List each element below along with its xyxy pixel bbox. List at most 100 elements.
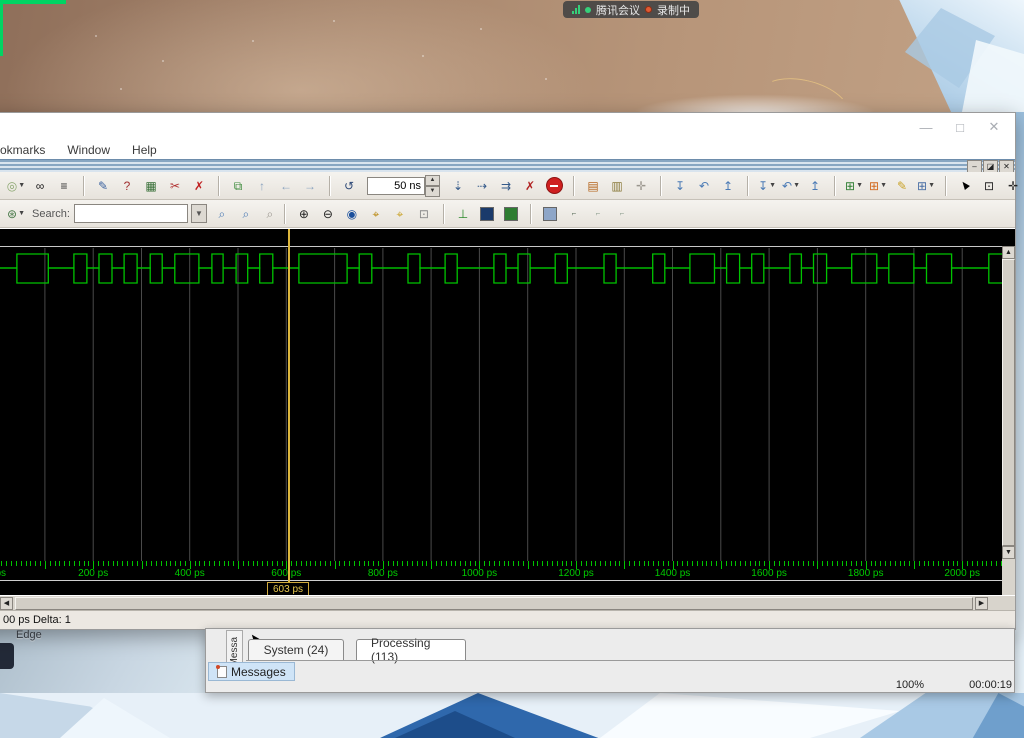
- ruler-tick: [243, 561, 244, 566]
- search-dropdown-icon[interactable]: ▼: [191, 204, 207, 223]
- scroll-right-icon[interactable]: ▶: [975, 597, 988, 610]
- zoom-cursor-icon[interactable]: ⌖: [365, 203, 387, 225]
- meeting-app-name: 腾讯会议: [596, 2, 640, 18]
- find-first-transition-icon[interactable]: ↥: [717, 175, 739, 197]
- ruler-tick: [402, 561, 403, 566]
- restore-format-icon[interactable]: ▥: [606, 175, 628, 197]
- add-wave-green-icon[interactable]: ⊞▼: [843, 175, 865, 197]
- stop-sign-icon[interactable]: [543, 175, 565, 197]
- ruler-tick: [339, 561, 340, 566]
- find-next-transition-icon[interactable]: ↧: [669, 175, 691, 197]
- scroll-left-icon[interactable]: ◀: [0, 597, 13, 610]
- compile-icon[interactable]: ✎: [92, 175, 114, 197]
- zoom-in-icon[interactable]: ⊕: [293, 203, 315, 225]
- insert-cursor-icon[interactable]: ⊥: [452, 203, 474, 225]
- ruler-tick: [470, 561, 471, 566]
- lock-cursor-swatch[interactable]: [476, 203, 498, 225]
- restart-icon[interactable]: ↺: [338, 175, 360, 197]
- forward-icon[interactable]: →: [299, 175, 321, 197]
- select-mode-cursor-icon[interactable]: ▲: [954, 175, 976, 197]
- simulate-icon[interactable]: ▦: [140, 175, 162, 197]
- run-icon[interactable]: ⇣: [447, 175, 469, 197]
- run-length-spinner[interactable]: ▲ ▼: [367, 175, 440, 197]
- ruler-tick: [740, 561, 741, 566]
- end-simulation-icon[interactable]: ✗: [188, 175, 210, 197]
- time-ruler[interactable]: 0 ps200 ps400 ps600 ps800 ps1000 ps1200 …: [0, 561, 1002, 595]
- wave-horizontal-scrollbar[interactable]: ◀ ▶: [0, 595, 1015, 610]
- ruler-tick: [972, 561, 973, 566]
- ruler-tick: [813, 561, 814, 566]
- horizontal-scroll-thumb[interactable]: [15, 597, 973, 610]
- up-level-icon[interactable]: ↑: [251, 175, 273, 197]
- meeting-signal-bars-icon: [572, 5, 580, 14]
- tencent-meeting-bar[interactable]: 腾讯会议 录制中: [563, 1, 699, 18]
- continue-run-icon[interactable]: ⇢: [471, 175, 493, 197]
- back-icon[interactable]: ←: [275, 175, 297, 197]
- search-up-icon[interactable]: ⌕: [235, 203, 257, 225]
- search-options-icon[interactable]: ⌕: [259, 203, 281, 225]
- find-binoculars-icon[interactable]: ∞: [29, 175, 51, 197]
- edge-mode-c-icon[interactable]: ⌐: [611, 203, 633, 225]
- hand-pan-icon[interactable]: ✛: [630, 175, 652, 197]
- scroll-up-icon[interactable]: ▲: [1002, 246, 1015, 259]
- edge-mode-b-icon[interactable]: ⌐: [587, 203, 609, 225]
- run-length-input[interactable]: [367, 177, 425, 195]
- add-wave-orange-icon[interactable]: ⊞▼: [867, 175, 889, 197]
- menu-bookmarks[interactable]: okmarks: [0, 143, 45, 157]
- insert-wave-icon[interactable]: ⊞▼: [915, 175, 937, 197]
- compile-all-icon[interactable]: ?: [116, 175, 138, 197]
- scroll-down-icon[interactable]: ▼: [1002, 546, 1015, 559]
- pan-mode-icon[interactable]: ✛: [1002, 175, 1024, 197]
- hierarchy-icon[interactable]: ≡: [53, 175, 75, 197]
- grid-swatch[interactable]: [539, 203, 561, 225]
- wave-cursor-line[interactable]: [288, 229, 290, 582]
- edge-mode-a-icon[interactable]: ⌐: [563, 203, 585, 225]
- find-next-edge-icon[interactable]: ↧▼: [756, 175, 778, 197]
- ruler-tick: [533, 561, 534, 566]
- menu-window[interactable]: Window: [67, 143, 110, 157]
- ruler-tick: [808, 561, 809, 566]
- zoom-last-icon[interactable]: ⌖: [389, 203, 411, 225]
- sim-mode-icon[interactable]: ◎▼: [5, 175, 27, 197]
- minimize-button[interactable]: —: [909, 115, 943, 139]
- search-down-icon[interactable]: ⌕: [211, 203, 233, 225]
- zoom-range-icon[interactable]: ⊡: [413, 203, 435, 225]
- run-all-icon[interactable]: ⇉: [495, 175, 517, 197]
- desktop-icon-label-edge[interactable]: Edge: [16, 629, 42, 641]
- wave-options-icon[interactable]: ⊛▼: [5, 203, 27, 225]
- tab-system[interactable]: System (24): [248, 639, 344, 660]
- title-bar[interactable]: — □ ✕: [0, 113, 1015, 141]
- paste-window-icon[interactable]: ⧉: [227, 175, 249, 197]
- wave-canvas[interactable]: [0, 229, 1015, 561]
- ruler-tick: [277, 561, 278, 566]
- find-previous-edge-icon[interactable]: ↶▼: [780, 175, 802, 197]
- break-x-icon[interactable]: ✗: [519, 175, 541, 197]
- save-format-icon[interactable]: ▤: [582, 175, 604, 197]
- tab-processing[interactable]: Processing (113): [356, 639, 466, 660]
- break-icon[interactable]: ✂: [164, 175, 186, 197]
- wave-vertical-scrollbar[interactable]: ▲ ▼: [1002, 246, 1015, 595]
- zoom-out-icon[interactable]: ⊖: [317, 203, 339, 225]
- search-input[interactable]: [74, 204, 188, 223]
- ruler-tick: [914, 561, 915, 569]
- run-length-up-icon[interactable]: ▲: [425, 175, 440, 186]
- menu-help[interactable]: Help: [132, 143, 157, 157]
- vertical-scroll-thumb[interactable]: [1002, 259, 1015, 546]
- waveform-svg[interactable]: [0, 229, 1002, 561]
- maximize-button[interactable]: □: [943, 115, 977, 139]
- find-last-edge-icon[interactable]: ↥: [804, 175, 826, 197]
- cursor-time-box[interactable]: 603 ps: [267, 582, 309, 595]
- close-button[interactable]: ✕: [977, 115, 1011, 139]
- ruler-tick: [508, 561, 509, 566]
- ruler-label: 600 ps: [271, 568, 301, 579]
- find-previous-transition-icon[interactable]: ↶: [693, 175, 715, 197]
- ruler-tick: [132, 561, 133, 566]
- ruler-tick: [388, 561, 389, 566]
- expanded-time-swatch[interactable]: [500, 203, 522, 225]
- zoom-select-mode-icon[interactable]: ⊡: [978, 175, 1000, 197]
- desktop-icon-partial[interactable]: [0, 643, 14, 669]
- run-length-down-icon[interactable]: ▼: [425, 186, 440, 197]
- edit-wave-icon[interactable]: ✎: [891, 175, 913, 197]
- ruler-tick: [967, 561, 968, 566]
- zoom-full-icon[interactable]: ◉: [341, 203, 363, 225]
